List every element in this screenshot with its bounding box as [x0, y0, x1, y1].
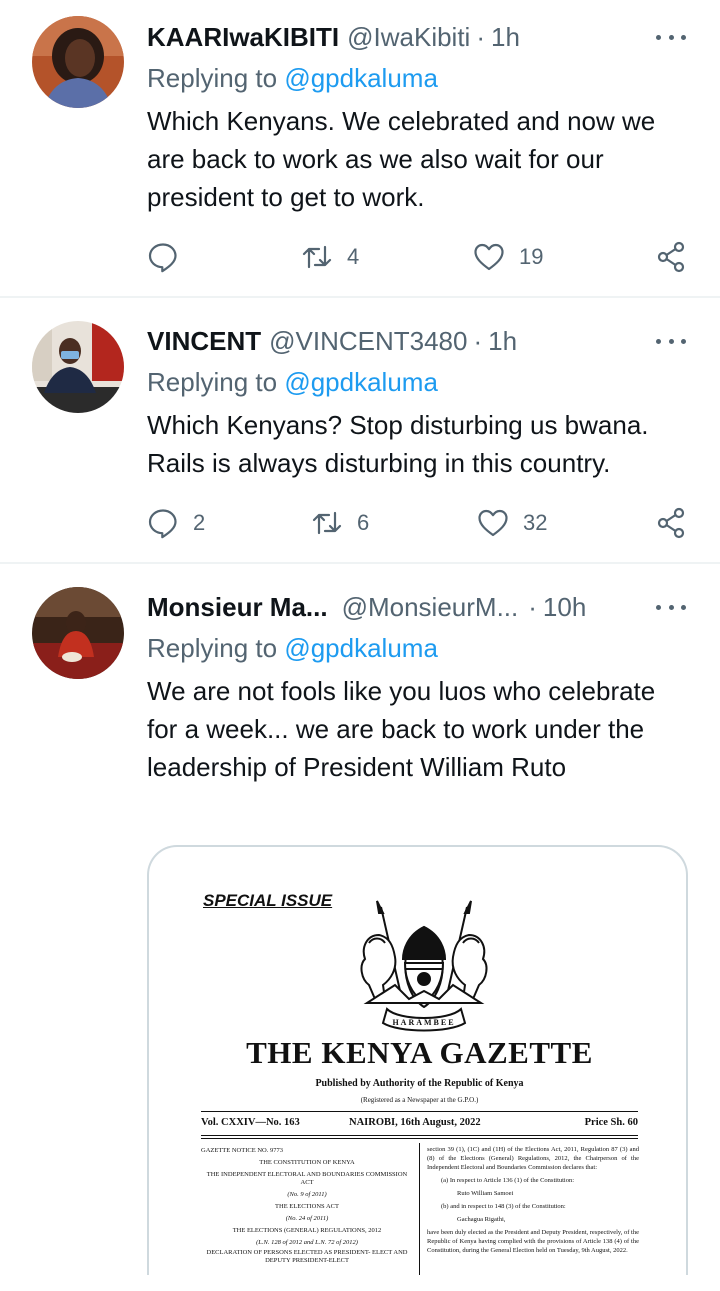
registered-note: (Registered as a Newspaper at the G.P.O.…	[360, 1096, 479, 1104]
right-col-item-b: (b) and in respect to 148 (3) of the Con…	[441, 1203, 566, 1210]
display-name[interactable]: Monsieur Ma...	[147, 592, 328, 623]
gazette-right-column: section 39 (1), (1C) and (1H) of the Ele…	[427, 1145, 639, 1255]
right-col-paragraph: have been duly elected as the President …	[427, 1229, 639, 1254]
right-col-name-b: Gachagua Rigathi,	[457, 1216, 506, 1223]
reply-button[interactable]	[147, 237, 179, 277]
tweet-actions: 4 19	[147, 237, 687, 277]
avatar[interactable]	[32, 16, 124, 108]
gazette-left-column: GAZETTE NOTICE NO. 9773 THE CONSTITUTION…	[201, 1145, 413, 1265]
share-icon	[657, 507, 685, 539]
left-col-line: THE ELECTIONS ACT	[275, 1203, 339, 1210]
rule-mid	[201, 1135, 638, 1136]
left-col-line: DECLARATION OF PERSONS ELECTED AS PRESID…	[206, 1249, 408, 1264]
retweet-button[interactable]: 4	[301, 237, 359, 277]
left-col-line: THE INDEPENDENT ELECTORAL AND BOUNDARIES…	[206, 1171, 408, 1186]
retweet-count: 4	[347, 244, 360, 269]
separator-dot: ·	[528, 591, 537, 622]
share-button[interactable]	[655, 503, 687, 543]
share-button[interactable]	[655, 237, 687, 277]
replying-to-link[interactable]: @gpdkaluma	[284, 367, 438, 397]
retweet-icon	[312, 511, 342, 535]
reply-count: 2	[193, 510, 206, 535]
timestamp[interactable]: 1h	[491, 22, 520, 53]
like-button[interactable]: 19	[473, 237, 543, 277]
replying-to: Replying to @gpdkaluma	[147, 63, 438, 94]
special-issue-label: SPECIAL ISSUE	[203, 891, 333, 910]
tweet-text: Which Kenyans? Stop disturbing us bwana.…	[147, 410, 649, 478]
tweet-text: We are not fools like you luos who celeb…	[147, 676, 656, 782]
gazette-notice-no: GAZETTE NOTICE NO. 9773	[201, 1147, 283, 1154]
retweet-count: 6	[357, 510, 370, 535]
right-col-paragraph: section 39 (1), (1C) and (1H) of the Ele…	[427, 1146, 639, 1171]
tweet-text: Which Kenyans. We celebrated and now we …	[147, 106, 656, 212]
tweet-header: KAARIwaKIBITI @IwaKibiti · 1h	[147, 17, 696, 57]
tweet[interactable]: KAARIwaKIBITI @IwaKibiti · 1h Replying t…	[0, 0, 720, 298]
place-date: NAIROBI, 16th August, 2022	[349, 1117, 481, 1128]
like-icon	[474, 243, 504, 271]
separator-dot: ·	[476, 21, 486, 52]
price: Price Sh. 60	[584, 1117, 638, 1128]
like-button[interactable]: 32	[477, 503, 547, 543]
replying-to-label: Replying to	[147, 633, 278, 663]
left-col-line: (No. 9 of 2011)	[287, 1191, 327, 1198]
reply-button[interactable]: 2	[147, 503, 205, 543]
avatar[interactable]	[32, 321, 124, 413]
gazette-page: SPECIAL ISSUE HARAMBEE THE KENYA GAZETTE…	[149, 847, 686, 1275]
tweet-media[interactable]: SPECIAL ISSUE HARAMBEE THE KENYA GAZETTE…	[147, 845, 688, 1275]
replying-to-link[interactable]: @gpdkaluma	[284, 633, 438, 663]
replying-to: Replying to @gpdkaluma	[147, 367, 438, 398]
column-divider	[419, 1143, 420, 1275]
user-handle[interactable]: @MonsieurM...	[342, 592, 519, 623]
like-count: 32	[523, 510, 548, 535]
tweet[interactable]: VINCENT @VINCENT3480 · 1h Replying to @g…	[0, 298, 720, 564]
share-icon	[657, 241, 685, 273]
avatar[interactable]	[32, 587, 124, 679]
avatar-image	[32, 587, 124, 679]
right-col-item-a: (a) In respect to Article 136 (1) of the…	[441, 1177, 575, 1184]
published-by: Published by Authority of the Republic o…	[315, 1078, 524, 1089]
avatar-image	[32, 321, 124, 413]
like-count: 19	[519, 244, 544, 269]
volume-number: Vol. CXXIV—No. 163	[201, 1117, 300, 1128]
replying-to-label: Replying to	[147, 63, 278, 93]
more-icon[interactable]	[656, 326, 686, 356]
avatar-image	[32, 16, 124, 108]
replying-to-label: Replying to	[147, 367, 278, 397]
motto-text: HARAMBEE	[392, 1018, 455, 1027]
reply-icon	[148, 509, 177, 539]
kenya-coat-of-arms-icon: HARAMBEE	[360, 900, 488, 1032]
more-icon[interactable]	[656, 22, 686, 52]
tweet-header: Monsieur Ma... @MonsieurM... · 10h	[147, 587, 696, 627]
timestamp[interactable]: 10h	[543, 592, 586, 623]
retweet-button[interactable]: 6	[311, 503, 369, 543]
gazette-title: THE KENYA GAZETTE	[246, 1035, 593, 1070]
display-name[interactable]: VINCENT	[147, 326, 261, 357]
more-icon[interactable]	[656, 592, 686, 622]
rule-mid-double	[201, 1138, 638, 1139]
timestamp[interactable]: 1h	[488, 326, 517, 357]
replying-to: Replying to @gpdkaluma	[147, 633, 438, 664]
tweet-actions: 2 6 32	[147, 503, 687, 543]
display-name[interactable]: KAARIwaKIBITI	[147, 22, 339, 53]
left-col-line: THE CONSTITUTION OF KENYA	[259, 1159, 355, 1166]
tweet-header: VINCENT @VINCENT3480 · 1h	[147, 321, 696, 361]
retweet-icon	[302, 245, 332, 269]
replying-to-link[interactable]: @gpdkaluma	[284, 63, 438, 93]
separator-dot: ·	[473, 325, 483, 356]
reply-icon	[148, 243, 177, 273]
user-handle[interactable]: @VINCENT3480	[269, 326, 467, 357]
left-col-line: (L.N. 128 of 2012 and L.N. 72 of 2012)	[256, 1239, 358, 1246]
right-col-name-a: Ruto William Samoei	[457, 1190, 514, 1197]
like-icon	[478, 509, 508, 537]
user-handle[interactable]: @IwaKibiti	[347, 22, 470, 53]
rule-top	[201, 1111, 638, 1112]
left-col-line: THE ELECTIONS (GENERAL) REGULATIONS, 201…	[232, 1227, 382, 1234]
left-col-line: (No. 24 of 2011)	[285, 1215, 329, 1222]
